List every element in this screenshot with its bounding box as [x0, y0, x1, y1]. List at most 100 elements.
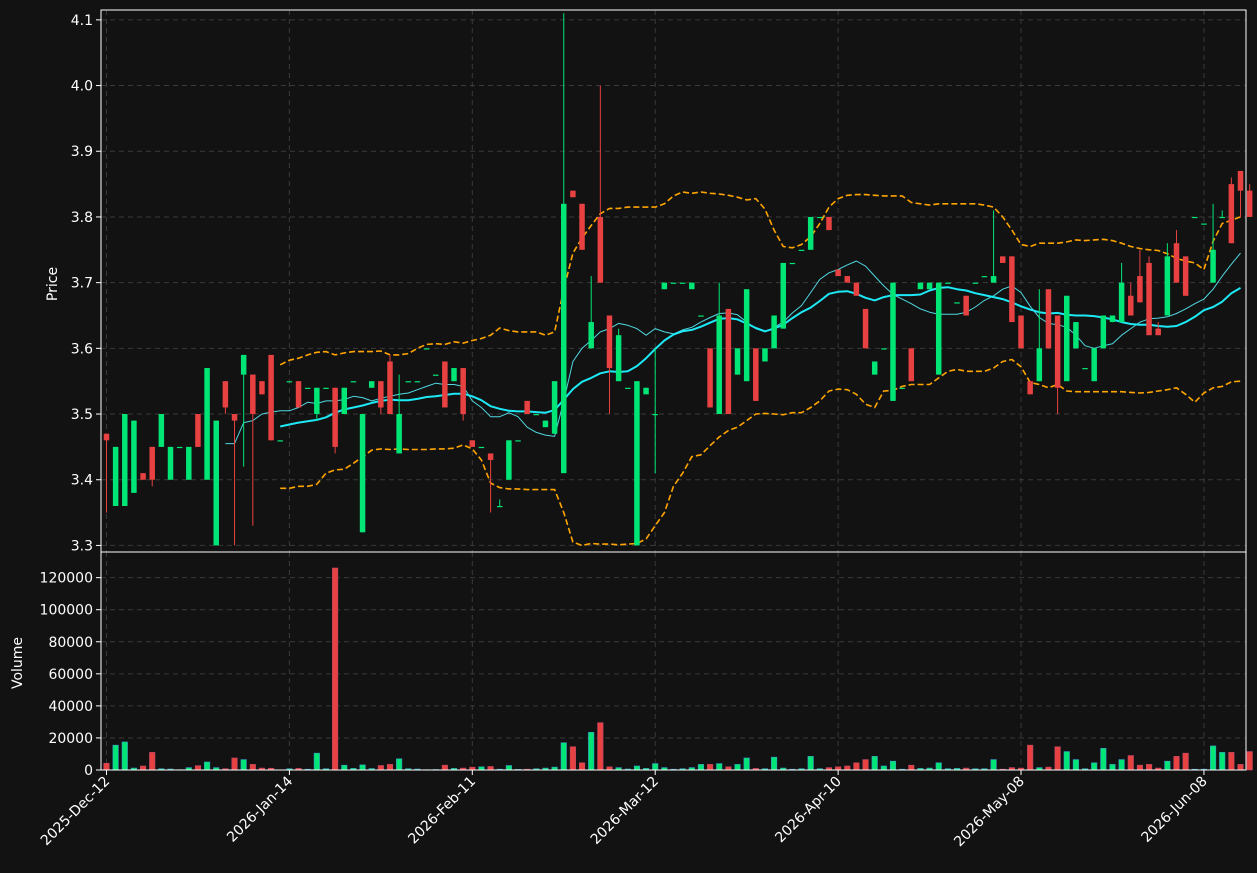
- volume-bar: [249, 764, 256, 771]
- candle-body: [1009, 256, 1015, 323]
- candle-body: [478, 446, 485, 449]
- candle-body: [1246, 190, 1253, 217]
- candle-body: [1118, 282, 1125, 323]
- candle-body: [405, 381, 412, 383]
- candle-body: [634, 381, 640, 546]
- candle-body: [1027, 381, 1033, 395]
- candle-body: [1100, 315, 1107, 349]
- volume-bar: [1100, 748, 1107, 771]
- candle-body: [1082, 368, 1088, 370]
- volume-bar: [1237, 764, 1244, 771]
- candle-body: [853, 282, 860, 296]
- candle-body: [826, 216, 832, 231]
- candle-body: [1210, 249, 1216, 283]
- candle-body: [743, 289, 750, 382]
- candle-body: [1219, 216, 1225, 219]
- candle-body: [963, 295, 969, 316]
- volume-bar: [1219, 752, 1226, 771]
- candle-body: [817, 216, 823, 219]
- volume-bar: [871, 756, 878, 771]
- candle-body: [926, 282, 933, 290]
- volume-bar: [204, 761, 211, 771]
- volume-bar: [103, 762, 110, 771]
- candle-body: [414, 381, 421, 383]
- price-tick-label: 3.9: [71, 144, 93, 160]
- candle-body: [990, 276, 997, 283]
- volume-bar: [707, 764, 714, 771]
- volume-axis-label: Volume: [10, 637, 26, 689]
- candle-body: [579, 203, 585, 250]
- candle-body: [1228, 184, 1235, 244]
- candle-body: [945, 282, 951, 284]
- candle-body: [1137, 276, 1143, 303]
- volume-bar: [652, 763, 659, 771]
- candle-body: [561, 203, 567, 474]
- volume-bar: [1173, 756, 1180, 771]
- price-tick-label: 3.5: [71, 407, 93, 423]
- candle-body: [432, 374, 439, 376]
- candle-body: [981, 276, 988, 278]
- candle-body: [789, 262, 796, 265]
- candle-body: [277, 440, 283, 442]
- volume-bar: [935, 762, 942, 771]
- volume-bar: [588, 732, 595, 771]
- candle-body: [1054, 315, 1061, 388]
- volume-bar: [844, 765, 851, 771]
- volume-bar: [112, 744, 119, 771]
- volume-bar: [396, 758, 403, 771]
- candle-body: [954, 302, 960, 304]
- volume-bar: [231, 757, 238, 771]
- volume-bar: [697, 764, 704, 771]
- volume-bar: [1118, 759, 1125, 771]
- volume-bar: [734, 764, 741, 771]
- candle-body: [314, 387, 320, 415]
- volume-bar: [121, 741, 128, 771]
- candle-body: [378, 381, 384, 408]
- volume-bar: [1146, 764, 1153, 771]
- candle-body: [551, 381, 558, 434]
- candle-body: [295, 381, 302, 408]
- volume-bar: [569, 746, 576, 771]
- candle-body: [231, 414, 238, 421]
- candle-body: [570, 190, 576, 198]
- volume-tick-label: 40000: [48, 699, 93, 715]
- candle-body: [734, 348, 741, 375]
- volume-bar: [1109, 764, 1116, 771]
- volume-bar: [1091, 762, 1098, 771]
- candle-body: [286, 381, 293, 383]
- candle-body: [387, 361, 393, 415]
- candle-body: [643, 387, 649, 395]
- candle-body: [762, 348, 768, 362]
- candle-body: [112, 446, 119, 507]
- candle-body: [780, 262, 786, 329]
- candle-body: [487, 453, 494, 461]
- volume-bar: [880, 765, 887, 771]
- volume-bar: [194, 765, 201, 771]
- volume-bar: [633, 765, 640, 771]
- price-tick-label: 3.6: [71, 341, 93, 357]
- candle-body: [1128, 295, 1134, 316]
- candle-body: [798, 249, 805, 251]
- candle-body: [881, 348, 887, 350]
- volume-bar: [1027, 744, 1034, 771]
- candle-body: [1164, 256, 1171, 316]
- volume-bar: [140, 765, 147, 771]
- candle-body: [506, 440, 512, 480]
- candle-body: [341, 387, 348, 415]
- candle-body: [542, 420, 549, 428]
- candle-body: [1155, 328, 1161, 336]
- candle-body: [442, 361, 448, 408]
- candle-body: [597, 216, 604, 283]
- volume-bar: [1127, 755, 1134, 771]
- candle-body: [524, 400, 530, 415]
- volume-bar: [1246, 751, 1253, 771]
- candle-body: [606, 315, 613, 369]
- candle-body: [917, 282, 924, 290]
- candle-body: [935, 282, 942, 375]
- volume-bar: [240, 759, 247, 771]
- volume-bar: [771, 756, 778, 771]
- candle-body: [625, 387, 631, 389]
- candle-body: [213, 420, 219, 546]
- candle-body: [140, 473, 146, 480]
- volume-bar: [862, 759, 869, 771]
